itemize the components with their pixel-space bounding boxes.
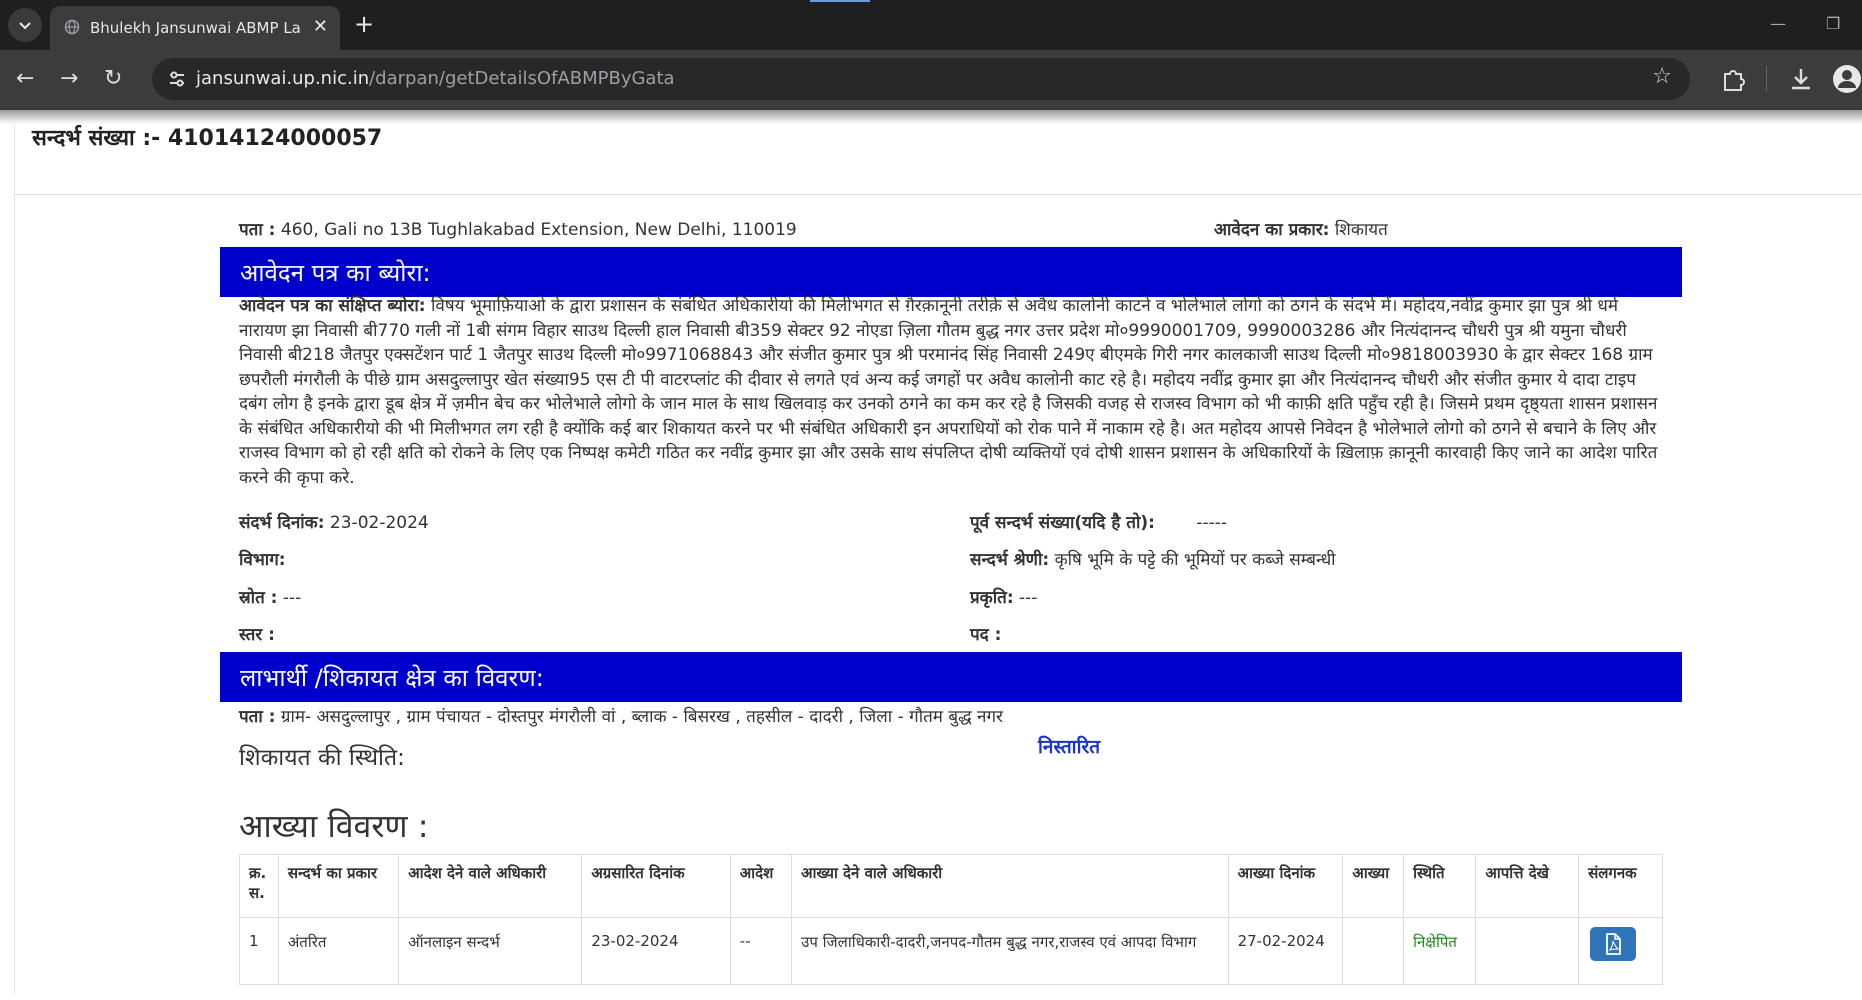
download-icon[interactable] <box>1788 66 1814 92</box>
column-header: आपत्ति देखे <box>1475 854 1580 918</box>
minimize-icon[interactable]: — <box>1770 14 1786 33</box>
bookmark-star-icon[interactable]: ☆ <box>1652 64 1672 89</box>
level: स्तर : <box>239 622 275 645</box>
previous-reference: पूर्व सन्दर्भ संख्या(यदि है तो): ----- <box>970 510 1227 533</box>
toolbar-separator <box>1766 66 1767 92</box>
header-divider <box>14 194 1862 195</box>
cell-report <box>1342 917 1405 985</box>
application-type-label: आवेदन का प्रकार: <box>1214 220 1330 240</box>
cell-reporting-officer: उप जिलाधिकारी-दादरी,जनपद-गौतम बुद्ध नगर,… <box>791 917 1229 985</box>
nature: प्रकृति: --- <box>970 585 1037 608</box>
address-bar[interactable]: jansunwai.up.nic.in/darpan/getDetailsOfA… <box>152 58 1690 100</box>
reference-date-value: 23-02-2024 <box>329 513 429 533</box>
url-path: /darpan/getDetailsOfABMPByGata <box>369 68 675 89</box>
close-tab-icon[interactable]: ✕ <box>313 16 328 37</box>
nature-value: --- <box>1019 588 1038 608</box>
applicant-address: पता : 460, Gali no 13B Tughlakabad Exten… <box>239 217 797 240</box>
department-label: विभाग: <box>239 550 286 570</box>
reference-category-value: कृषि भूमि के पट्टे की भूमियों पर कब्जे स… <box>1054 550 1336 570</box>
column-header: आदेश <box>729 854 793 918</box>
section-bar-beneficiary: लाभार्थी /शिकायत क्षेत्र का विवरण: <box>220 652 1682 702</box>
section-bar-application: आवेदन पत्र का ब्योरा: <box>220 247 1682 297</box>
reference-category: सन्दर्भ श्रेणी: कृषि भूमि के पट्टे की भू… <box>970 547 1336 570</box>
url-text[interactable]: jansunwai.up.nic.in/darpan/getDetailsOfA… <box>196 68 675 89</box>
beneficiary-address-label: पता : <box>239 707 276 727</box>
column-header: आख्या <box>1342 854 1405 918</box>
reference-date-label: संदर्भ दिनांक: <box>239 513 325 533</box>
browser-tab[interactable]: Bhulekh Jansunwai ABMP Land ✕ <box>50 6 340 50</box>
globe-icon <box>64 19 80 35</box>
cell-forward-date: 23-02-2024 <box>581 917 731 985</box>
tab-search-dropdown[interactable] <box>8 8 42 42</box>
applicant-address-value: 460, Gali no 13B Tughlakabad Extension, … <box>280 220 797 240</box>
new-tab-icon[interactable]: + <box>354 10 374 38</box>
site-info-icon[interactable] <box>166 68 188 90</box>
column-header: अग्रसारित दिनांक <box>581 854 731 918</box>
browser-toolbar: ← → ↻ jansunwai.up.nic.in/darpan/getDeta… <box>0 50 1862 110</box>
column-header: आख्या देने वाले अधिकारी <box>791 854 1229 918</box>
post-label: पद : <box>970 625 1002 645</box>
cell-order: -- <box>729 917 793 985</box>
profile-avatar-icon[interactable] <box>1832 64 1862 94</box>
cell-status: निक्षेपित <box>1403 917 1477 985</box>
page-left-rule <box>14 124 15 994</box>
extensions-icon[interactable] <box>1720 66 1746 92</box>
previous-reference-value: ----- <box>1196 513 1228 533</box>
reference-heading: सन्दर्भ संख्या :- 41014124000057 <box>32 122 382 152</box>
tab-accent-line <box>810 0 870 2</box>
forward-arrow-icon[interactable]: → <box>60 66 78 91</box>
back-arrow-icon[interactable]: ← <box>16 66 34 91</box>
reference-label: सन्दर्भ संख्या :- <box>32 126 161 151</box>
restore-icon[interactable]: ❐ <box>1826 14 1840 33</box>
summary-text: विषय भूमाफ़ियाओ के द्वारा प्रशासन के संब… <box>239 296 1658 488</box>
reload-icon[interactable]: ↻ <box>104 66 122 91</box>
column-header: संलगनक <box>1578 854 1663 918</box>
column-header: आदेश देने वाले अधिकारी <box>398 854 583 918</box>
chevron-down-icon <box>19 22 31 30</box>
application-type: आवेदन का प्रकार: शिकायत <box>1214 217 1388 240</box>
column-header: सन्दर्भ का प्रकार <box>277 854 400 918</box>
source: स्रोत : --- <box>239 585 301 608</box>
cell-report-date: 27-02-2024 <box>1227 917 1344 985</box>
summary-label: आवेदन पत्र का संक्षिप्त ब्योरा: <box>239 296 426 316</box>
source-value: --- <box>282 588 302 608</box>
beneficiary-address-value: ग्राम- असदुल्लापुर , ग्राम पंचायत - दोस्… <box>280 707 1004 727</box>
akhya-heading: आख्या विवरण : <box>239 807 429 845</box>
column-header: आख्या दिनांक <box>1227 854 1344 918</box>
column-header: क्र. स. <box>239 854 279 918</box>
pdf-file-icon <box>1606 933 1621 955</box>
source-label: स्रोत : <box>239 588 278 608</box>
level-label: स्तर : <box>239 625 275 645</box>
application-summary: आवेदन पत्र का संक्षिप्त ब्योरा: विषय भूम… <box>239 294 1665 490</box>
akhya-table: क्र. स. सन्दर्भ का प्रकार आदेश देने वाले… <box>239 854 1663 985</box>
complaint-status-value: निस्तारित <box>1038 736 1101 758</box>
post: पद : <box>970 622 1001 645</box>
column-header: स्थिति <box>1403 854 1477 918</box>
table-row: 1 अंतरित ऑनलाइन सन्दर्भ 23-02-2024 -- उप… <box>239 917 1663 985</box>
beneficiary-address: पता : ग्राम- असदुल्लापुर , ग्राम पंचायत … <box>239 704 1003 727</box>
table-header-row: क्र. स. सन्दर्भ का प्रकार आदेश देने वाले… <box>239 854 1663 918</box>
cell-ordering-officer: ऑनलाइन सन्दर्भ <box>398 917 583 985</box>
reference-date: संदर्भ दिनांक: 23-02-2024 <box>239 510 429 533</box>
department: विभाग: <box>239 547 286 570</box>
tab-title: Bhulekh Jansunwai ABMP Land <box>90 19 300 37</box>
url-host: jansunwai.up.nic.in <box>196 68 370 89</box>
reference-number: 41014124000057 <box>167 126 383 151</box>
nature-label: प्रकृति: <box>970 588 1014 608</box>
cell-sno: 1 <box>239 917 279 985</box>
cell-objection[interactable] <box>1475 917 1580 985</box>
cell-attachment <box>1578 917 1663 985</box>
previous-reference-label: पूर्व सन्दर्भ संख्या(यदि है तो): <box>970 513 1155 533</box>
browser-tab-bar: Bhulekh Jansunwai ABMP Land ✕ + — ❐ <box>0 0 1862 50</box>
attachment-button[interactable] <box>1590 927 1637 961</box>
application-type-value: शिकायत <box>1334 220 1388 240</box>
complaint-status-label: शिकायत की स्थिति: <box>239 745 405 771</box>
reference-category-label: सन्दर्भ श्रेणी: <box>970 550 1050 570</box>
applicant-address-label: पता : <box>239 220 276 240</box>
cell-ref-type: अंतरित <box>277 917 400 985</box>
